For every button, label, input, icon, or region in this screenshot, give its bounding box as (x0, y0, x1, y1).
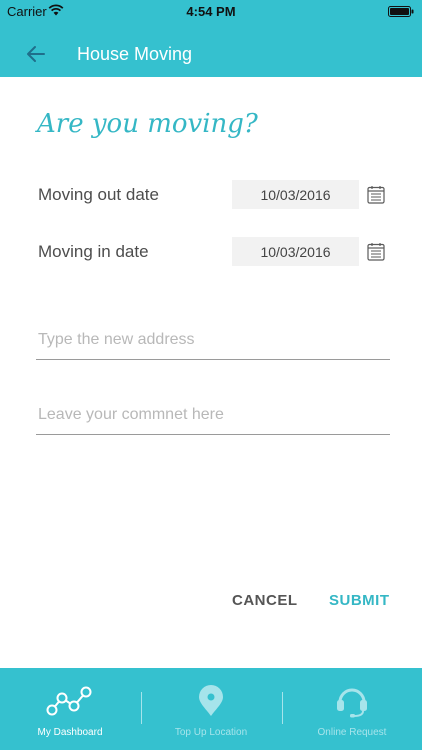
back-button[interactable] (20, 40, 52, 68)
tab-top-up-location[interactable]: Top Up Location (141, 668, 281, 750)
moving-in-row: Moving in date 10/03/2016 (38, 237, 390, 267)
tab-online-request[interactable]: Online Request (282, 668, 422, 750)
moving-out-row: Moving out date 10/03/2016 (38, 180, 390, 210)
submit-button[interactable]: SUBMIT (329, 592, 390, 609)
bottom-tab-bar: My Dashboard Top Up Location Online Requ… (0, 668, 422, 750)
status-time: 4:54 PM (186, 4, 236, 19)
tab-label: Online Request (317, 727, 387, 738)
tab-label: My Dashboard (37, 727, 103, 738)
new-address-input[interactable] (36, 320, 390, 360)
cancel-button[interactable]: CANCEL (232, 592, 298, 609)
comment-input[interactable] (36, 395, 390, 435)
moving-in-label: Moving in date (38, 242, 149, 261)
calendar-icon[interactable] (367, 185, 385, 204)
dashboard-graph-icon (46, 686, 92, 716)
form-question: Are you moving? (37, 109, 258, 139)
moving-out-date-field[interactable]: 10/03/2016 (232, 180, 359, 209)
tab-label: Top Up Location (174, 727, 248, 738)
moving-out-label: Moving out date (38, 185, 159, 204)
battery-icon (388, 6, 414, 17)
tab-my-dashboard[interactable]: My Dashboard (0, 668, 140, 750)
page-title: House Moving (77, 44, 193, 64)
calendar-icon[interactable] (367, 242, 385, 261)
headset-icon (337, 688, 367, 718)
app-header: Carrier 4:54 PM House Moving (0, 0, 422, 77)
location-pin-icon (199, 685, 223, 716)
status-bar: Carrier 4:54 PM (0, 0, 422, 22)
arrow-left-icon (27, 46, 45, 62)
moving-in-date-field[interactable]: 10/03/2016 (232, 237, 359, 266)
